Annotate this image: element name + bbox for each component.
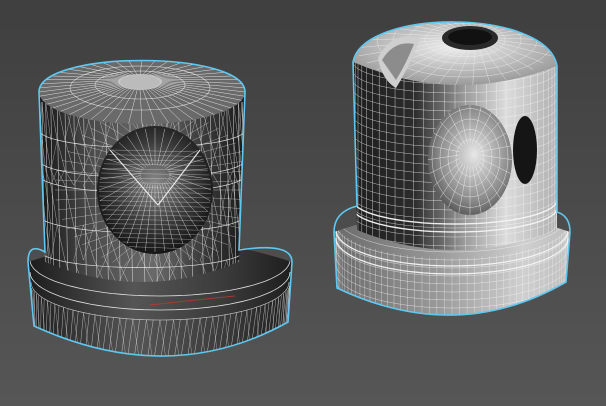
quad-mesh-object[interactable] xyxy=(333,0,571,340)
viewport-canvas[interactable] xyxy=(0,0,606,406)
left-top-cap xyxy=(39,60,245,124)
3d-viewport[interactable] xyxy=(0,0,606,406)
right-through-hole xyxy=(513,116,537,184)
left-side-bore xyxy=(97,126,213,254)
